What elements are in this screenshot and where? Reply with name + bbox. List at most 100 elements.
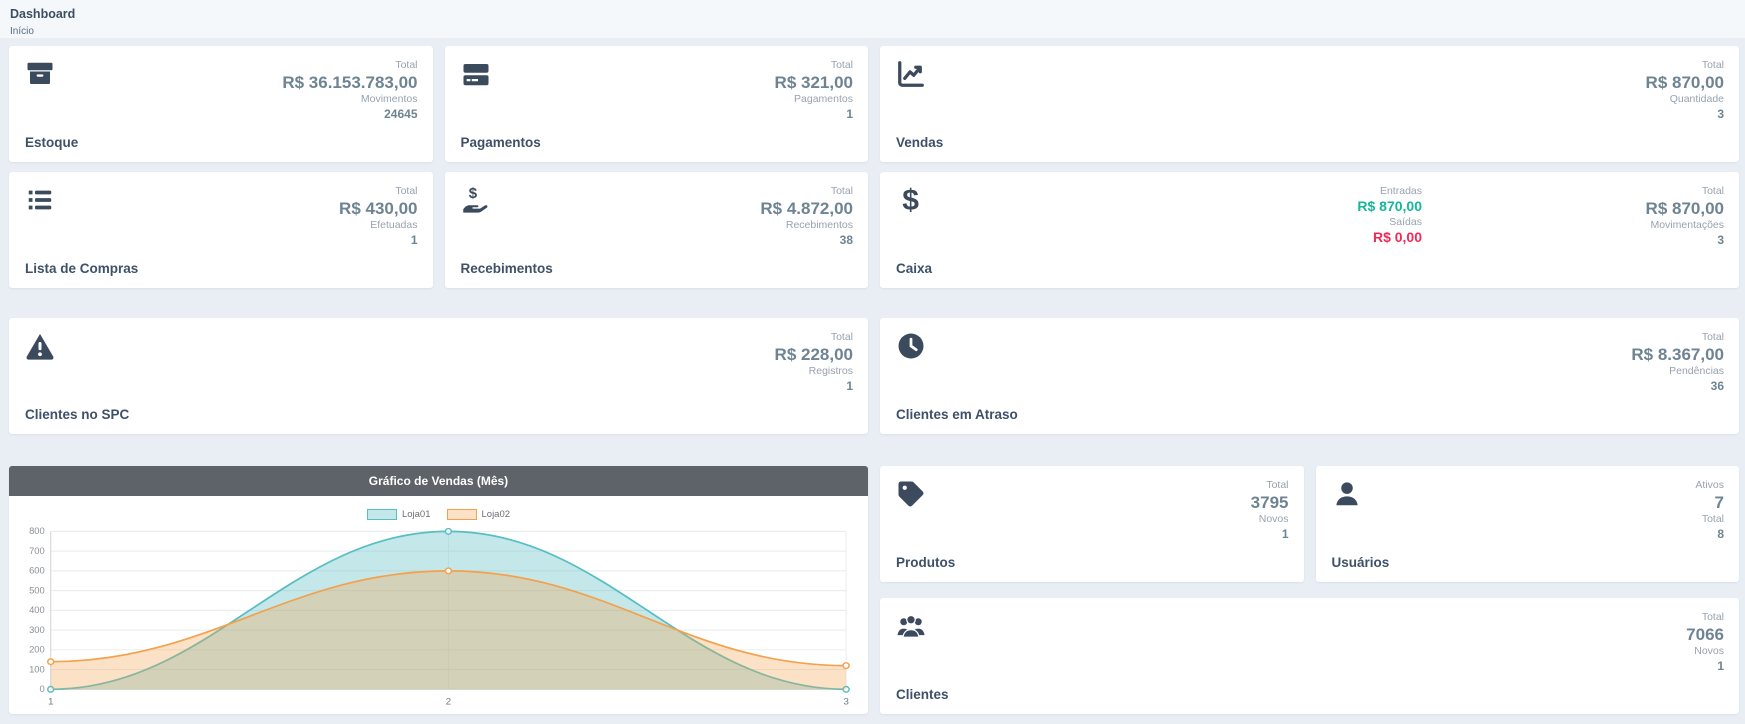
svg-text:3: 3 — [843, 697, 849, 708]
card-clientes-em-atraso: Clientes em Atraso Total R$ 8.367,00 Pen… — [880, 318, 1739, 434]
card-stats: Ativos 7 Total 8 — [1695, 479, 1724, 570]
dollar-icon: $ — [896, 185, 926, 215]
stat-value: 38 — [760, 233, 853, 248]
stat-label: Total — [760, 185, 853, 198]
stat-label: Total — [1686, 611, 1724, 624]
stat-value: R$ 430,00 — [339, 198, 417, 219]
stat-value: 1 — [775, 379, 853, 394]
card-title: Recebimentos — [461, 261, 553, 276]
card-estoque: Estoque Total R$ 36.153.783,00 Movimento… — [9, 46, 433, 162]
card-title: Clientes em Atraso — [896, 407, 1018, 422]
dashboard-content: Estoque Total R$ 36.153.783,00 Movimento… — [0, 38, 1745, 714]
list-icon — [25, 185, 55, 215]
card-title: Vendas — [896, 135, 943, 150]
stat-value: 1 — [775, 107, 853, 122]
stat-value: 3795 — [1251, 492, 1289, 513]
card-title: Clientes no SPC — [25, 407, 129, 422]
stats-grid-bottom: Produtos Total 3795 Novos 1 Usuários Ati… — [9, 466, 1739, 714]
stat-label: Total — [775, 59, 853, 72]
card-stats: Total R$ 321,00 Pagamentos 1 — [775, 59, 853, 150]
svg-text:200: 200 — [29, 645, 45, 655]
legend-swatch — [447, 509, 477, 520]
card-clientes-no-spc: Clientes no SPC Total R$ 228,00 Registro… — [9, 318, 868, 434]
credit-card-icon — [461, 59, 491, 89]
stat-label: Total — [282, 59, 417, 72]
stat-value: R$ 321,00 — [775, 72, 853, 93]
stat-value: 8 — [1695, 527, 1724, 542]
stat-value: 36 — [1631, 379, 1724, 394]
card-stats: Total 7066 Novos 1 — [1686, 611, 1724, 702]
stat-value-saidas: R$ 0,00 — [1357, 229, 1422, 247]
card-stats: Total R$ 228,00 Registros 1 — [775, 331, 853, 422]
svg-text:500: 500 — [29, 586, 45, 596]
stat-value: 3 — [1646, 107, 1724, 122]
stat-value: 1 — [1251, 527, 1289, 542]
chart-title: Gráfico de Vendas (Mês) — [9, 466, 868, 496]
stat-label: Novos — [1251, 513, 1289, 526]
stat-label: Recebimentos — [760, 219, 853, 232]
card-title: Caixa — [896, 261, 932, 276]
legend-item-loja01[interactable]: Loja01 — [367, 509, 431, 520]
stat-label: Movimentos — [282, 93, 417, 106]
card-stats: Total R$ 870,00 Quantidade 3 — [1646, 59, 1724, 150]
svg-text:800: 800 — [29, 526, 45, 536]
stat-value: R$ 228,00 — [775, 344, 853, 365]
stat-label: Movimentações — [1422, 219, 1724, 232]
chart-legend: Loja01 Loja02 — [9, 509, 868, 520]
stat-label: Total — [1422, 185, 1724, 198]
card-pagamentos: Pagamentos Total R$ 321,00 Pagamentos 1 — [445, 46, 869, 162]
stat-value: 1 — [339, 233, 417, 248]
stat-value-entradas: R$ 870,00 — [1357, 198, 1422, 216]
box-icon — [25, 59, 55, 89]
card-stats: Total R$ 4.872,00 Recebimentos 38 — [760, 185, 853, 276]
stat-value: R$ 36.153.783,00 — [282, 72, 417, 93]
stats-grid-middle: Clientes no SPC Total R$ 228,00 Registro… — [9, 318, 1739, 434]
card-stats: Total R$ 430,00 Efetuadas 1 — [339, 185, 417, 276]
svg-text:0: 0 — [40, 684, 45, 694]
legend-item-loja02[interactable]: Loja02 — [447, 509, 511, 520]
stat-label: Total — [1631, 331, 1724, 344]
user-icon — [1332, 479, 1362, 509]
hand-dollar-icon: $ — [461, 185, 491, 215]
svg-text:100: 100 — [29, 665, 45, 675]
stat-label: Total — [1695, 513, 1724, 526]
svg-text:700: 700 — [29, 546, 45, 556]
card-stats: Total R$ 36.153.783,00 Movimentos 24645 — [282, 59, 417, 150]
stat-value: R$ 870,00 — [1422, 198, 1724, 219]
svg-text:600: 600 — [29, 566, 45, 576]
svg-text:400: 400 — [29, 605, 45, 615]
stat-label: Efetuadas — [339, 219, 417, 232]
chart-line-icon — [896, 59, 926, 89]
stat-value: 24645 — [282, 107, 417, 122]
stat-label: Total — [339, 185, 417, 198]
stat-label: Total — [1251, 479, 1289, 492]
svg-text:$: $ — [902, 185, 919, 215]
stat-label: Registros — [775, 365, 853, 378]
card-clientes: Clientes Total 7066 Novos 1 — [880, 598, 1739, 714]
svg-text:2: 2 — [446, 697, 452, 708]
stat-value: R$ 870,00 — [1646, 72, 1724, 93]
card-title: Clientes — [896, 687, 949, 702]
warning-icon — [25, 331, 55, 361]
card-recebimentos: $ Recebimentos Total R$ 4.872,00 Recebim… — [445, 172, 869, 288]
stat-value: 3 — [1422, 233, 1724, 248]
sales-area-chart: 0100200300400500600700800123 — [15, 522, 860, 710]
stat-value: R$ 8.367,00 — [1631, 344, 1724, 365]
card-stats: Total R$ 8.367,00 Pendências 36 — [1631, 331, 1724, 422]
card-title: Lista de Compras — [25, 261, 138, 276]
card-usuarios: Usuários Ativos 7 Total 8 — [1316, 466, 1740, 582]
card-title: Usuários — [1332, 555, 1390, 570]
clock-icon — [896, 331, 926, 361]
sales-chart-card: Gráfico de Vendas (Mês) Loja01 Loja02 0 10… — [9, 466, 868, 714]
page-header: Dashboard Início — [0, 0, 1745, 38]
stat-value: 1 — [1686, 659, 1724, 674]
card-stats: Total 3795 Novos 1 — [1251, 479, 1289, 570]
stat-label: Novos — [1686, 645, 1724, 658]
breadcrumb-inicio[interactable]: Início — [10, 26, 34, 37]
svg-text:1: 1 — [48, 697, 54, 708]
card-lista-de-compras: Lista de Compras Total R$ 430,00 Efetuad… — [9, 172, 433, 288]
card-title: Produtos — [896, 555, 955, 570]
stat-label: Ativos — [1695, 479, 1724, 492]
card-vendas: Vendas Total R$ 870,00 Quantidade 3 — [880, 46, 1739, 162]
users-icon — [896, 611, 926, 641]
